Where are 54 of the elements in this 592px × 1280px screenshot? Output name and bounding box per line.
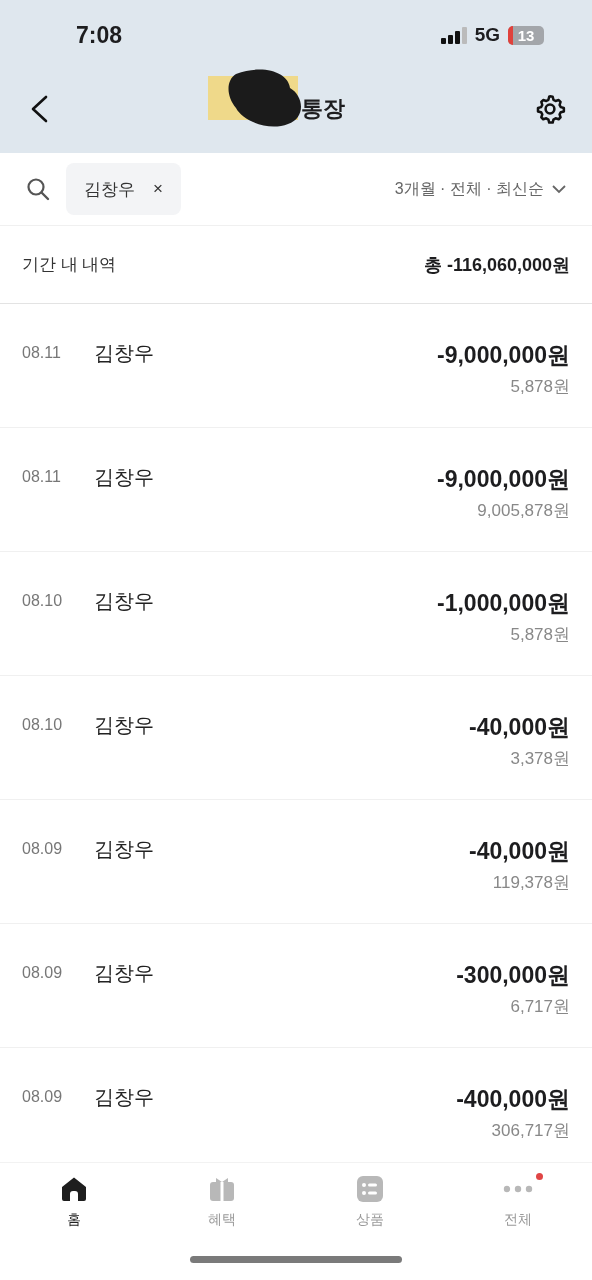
- transaction-name: 김창우: [94, 589, 155, 614]
- summary-label: 기간 내 내역: [22, 254, 117, 276]
- transaction-balance: 3,378원: [510, 748, 570, 770]
- signal-icon: [440, 26, 467, 44]
- transaction-balance: 5,878원: [510, 376, 570, 398]
- transaction-balance: 9,005,878원: [477, 500, 570, 522]
- transaction-amount: -9,000,000원: [437, 465, 570, 494]
- more-icon: [503, 1185, 533, 1193]
- settings-icon[interactable]: [534, 92, 566, 125]
- filter-chip[interactable]: 김창우 ×: [66, 163, 181, 215]
- transaction-row[interactable]: 08.09 김창우 -40,000원 119,378원: [0, 800, 592, 924]
- transaction-name: 김창우: [94, 713, 155, 738]
- page-title: 통장: [300, 94, 345, 123]
- transaction-row[interactable]: 08.11 김창우 -9,000,000원 5,878원: [0, 304, 592, 428]
- transaction-date: 08.10: [22, 591, 64, 610]
- status-time: 7:08: [76, 20, 124, 49]
- transaction-name: 김창우: [94, 837, 155, 862]
- chip-close-button[interactable]: ×: [153, 179, 163, 199]
- transaction-amount: -400,000원: [456, 1085, 570, 1114]
- transaction-amount: -9,000,000원: [437, 341, 570, 370]
- gift-icon: [209, 1176, 235, 1202]
- transaction-row[interactable]: 08.10 김창우 -40,000원 3,378원: [0, 676, 592, 800]
- summary-total: 총 -116,060,000원: [423, 253, 570, 277]
- transaction-balance: 5,878원: [510, 624, 570, 646]
- filter-options-button[interactable]: 3개월 · 전체 · 최신순: [394, 178, 566, 200]
- chip-label: 김창우: [84, 178, 135, 201]
- transaction-date: 08.11: [22, 467, 62, 486]
- transaction-date: 08.09: [22, 1087, 64, 1106]
- transaction-balance: 6,717원: [510, 996, 570, 1018]
- transaction-name: 김창우: [94, 961, 155, 986]
- transaction-name: 김창우: [94, 465, 155, 490]
- battery-icon: 13: [508, 25, 544, 45]
- search-icon[interactable]: [26, 177, 50, 201]
- transaction-date: 08.09: [22, 963, 64, 982]
- transaction-date: 08.11: [22, 343, 62, 362]
- transaction-name: 김창우: [94, 341, 155, 366]
- transaction-row[interactable]: 08.11 김창우 -9,000,000원 9,005,878원: [0, 428, 592, 552]
- nav-tab[interactable]: 홈: [0, 1163, 148, 1241]
- chevron-down-icon: [552, 184, 566, 194]
- transaction-balance: 119,378원: [492, 872, 570, 894]
- transaction-date: 08.09: [22, 839, 64, 858]
- home-icon: [61, 1176, 87, 1202]
- transaction-row[interactable]: 08.09 김창우 -400,000원 306,717원: [0, 1048, 592, 1162]
- transaction-date: 08.10: [22, 715, 64, 734]
- transaction-amount: -300,000원: [456, 961, 570, 990]
- transaction-name: 김창우: [94, 1085, 155, 1110]
- transaction-balance: 306,717원: [491, 1120, 570, 1142]
- transaction-amount: -1,000,000원: [437, 589, 570, 618]
- transaction-amount: -40,000원: [469, 837, 570, 866]
- transaction-row[interactable]: 08.09 김창우 -300,000원 6,717원: [0, 924, 592, 1048]
- list-icon: [357, 1176, 383, 1202]
- transaction-row[interactable]: 08.10 김창우 -1,000,000원 5,878원: [0, 552, 592, 676]
- network-label: 5G: [474, 24, 500, 46]
- transaction-amount: -40,000원: [469, 713, 570, 742]
